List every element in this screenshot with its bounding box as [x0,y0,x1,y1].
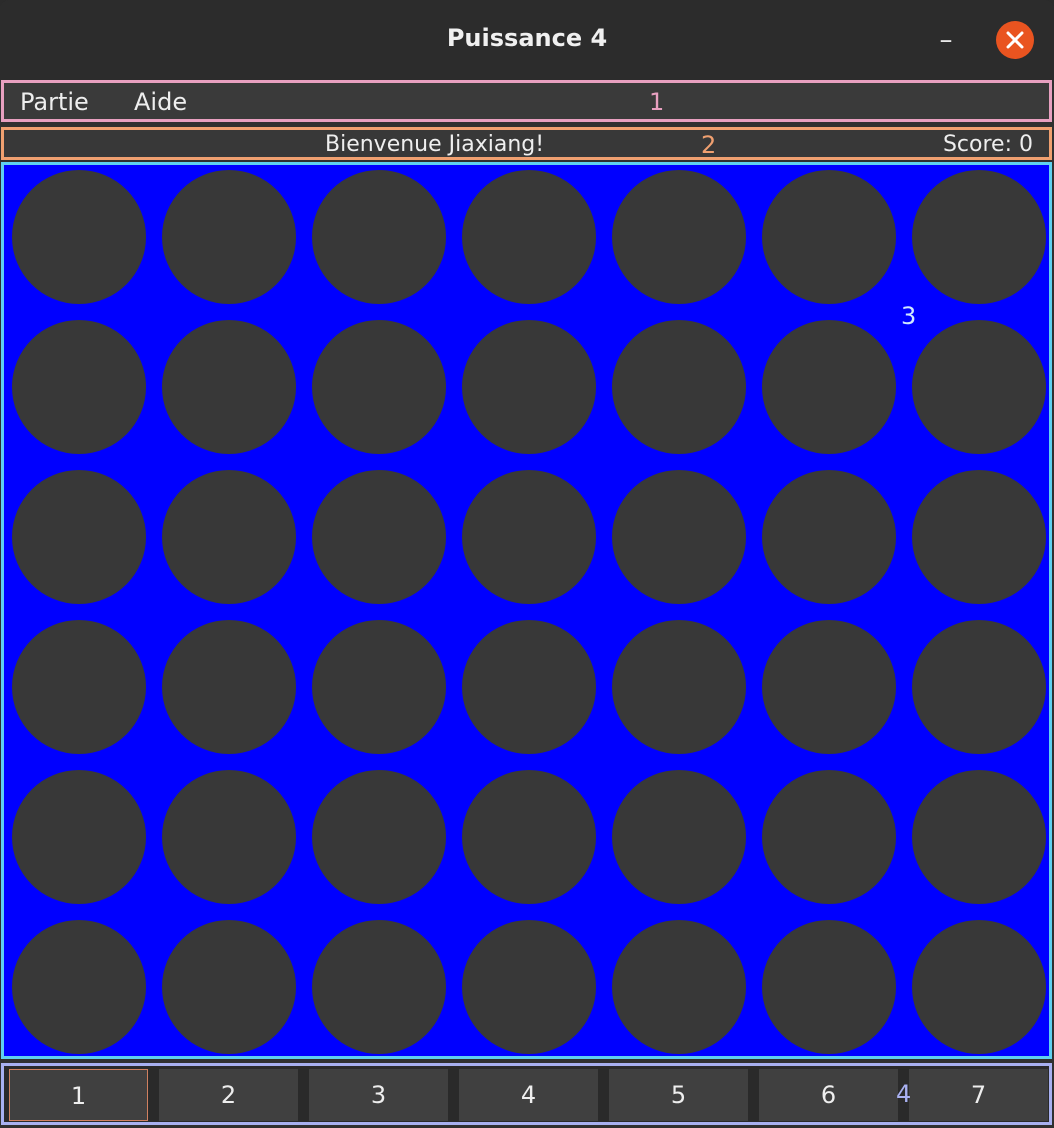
game-board[interactable]: 3 [1,162,1052,1059]
menu-aide[interactable]: Aide [134,88,187,116]
board-slot[interactable] [612,320,746,454]
board-slot[interactable] [162,170,296,304]
column-button-7[interactable]: 7 [909,1069,1048,1121]
column-button-5[interactable]: 5 [609,1069,748,1121]
board-slot[interactable] [762,470,896,604]
board-slot[interactable] [462,170,596,304]
board-slot[interactable] [612,620,746,754]
title-bar: Puissance 4 – [0,0,1054,80]
close-button[interactable] [996,21,1034,59]
board-slot[interactable] [162,620,296,754]
app-window: Puissance 4 – Partie Aide 1 Bienvenue Ji… [0,0,1054,1128]
board-slot[interactable] [312,320,446,454]
column-button-1[interactable]: 1 [9,1069,148,1121]
board-slot[interactable] [162,770,296,904]
welcome-message: Bienvenue Jiaxiang! [325,132,545,157]
board-slot[interactable] [312,620,446,754]
board-slot[interactable] [312,920,446,1054]
annotation-label-2: 2 [701,131,717,159]
column-button-4[interactable]: 4 [459,1069,598,1121]
board-slot[interactable] [912,320,1046,454]
board-slot[interactable] [162,470,296,604]
board-slot[interactable] [912,620,1046,754]
close-icon [1006,31,1024,49]
board-slot[interactable] [612,920,746,1054]
board-slot[interactable] [912,470,1046,604]
column-button-2[interactable]: 2 [159,1069,298,1121]
board-slot[interactable] [312,170,446,304]
board-grid [12,170,1046,1054]
board-slot[interactable] [12,920,146,1054]
annotation-label-4: 4 [896,1080,912,1108]
board-slot[interactable] [12,770,146,904]
column-button-6[interactable]: 6 [759,1069,898,1121]
board-slot[interactable] [912,920,1046,1054]
board-slot[interactable] [462,470,596,604]
board-slot[interactable] [312,770,446,904]
board-slot[interactable] [762,920,896,1054]
board-slot[interactable] [162,320,296,454]
board-slot[interactable] [12,320,146,454]
board-slot[interactable] [12,620,146,754]
menu-partie[interactable]: Partie [20,88,89,116]
column-button-bar: 4 1234567 [1,1063,1052,1125]
board-slot[interactable] [912,170,1046,304]
board-slot[interactable] [312,470,446,604]
board-slot[interactable] [162,920,296,1054]
board-slot[interactable] [762,620,896,754]
board-slot[interactable] [912,770,1046,904]
annotation-label-1: 1 [649,88,665,116]
column-button-3[interactable]: 3 [309,1069,448,1121]
window-title: Puissance 4 [446,24,608,52]
board-slot[interactable] [12,470,146,604]
board-slot[interactable] [612,470,746,604]
board-slot[interactable] [762,770,896,904]
board-slot[interactable] [612,770,746,904]
board-slot[interactable] [762,170,896,304]
minimize-icon: – [939,25,953,55]
annotation-label-3: 3 [901,302,917,330]
menu-bar: Partie Aide 1 [1,80,1052,122]
score-label: Score: 0 [942,132,1033,157]
board-slot[interactable] [462,320,596,454]
board-slot[interactable] [462,770,596,904]
board-slot[interactable] [462,620,596,754]
board-slot[interactable] [462,920,596,1054]
minimize-button[interactable]: – [926,22,966,58]
board-slot[interactable] [612,170,746,304]
status-bar: Bienvenue Jiaxiang! 2 Score: 0 [1,127,1052,160]
board-slot[interactable] [762,320,896,454]
board-slot[interactable] [12,170,146,304]
